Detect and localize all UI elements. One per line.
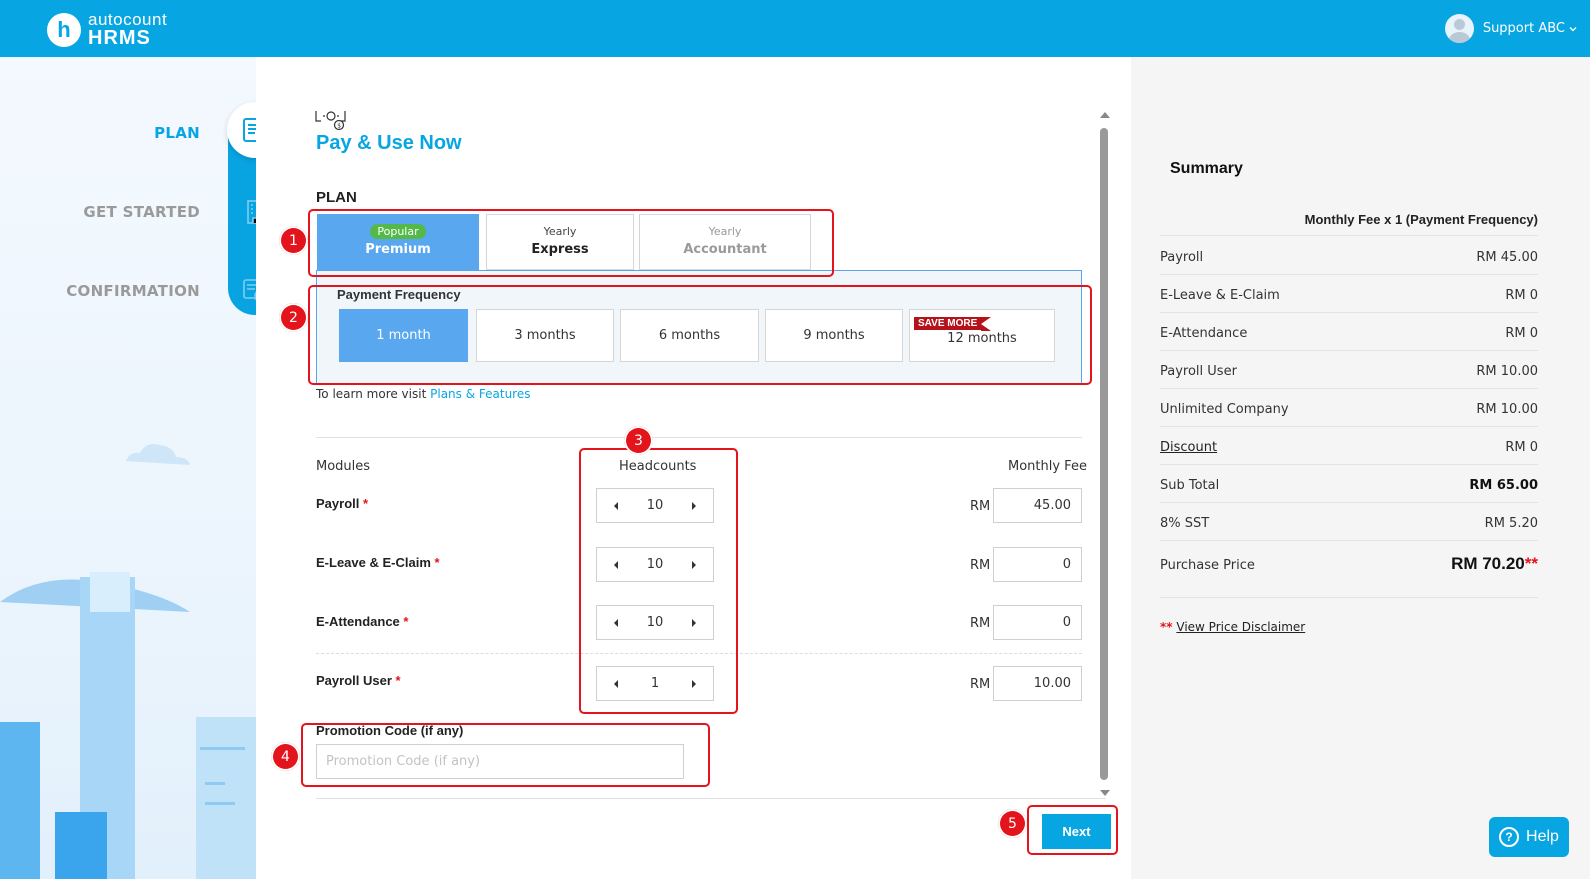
plans-features-link[interactable]: Plans & Features <box>430 387 530 401</box>
avatar <box>1444 14 1474 43</box>
module-name-payroll-user: Payroll User * <box>316 673 401 688</box>
pay-plan-icon: $ <box>315 111 346 131</box>
scroll-down-icon[interactable] <box>1100 790 1110 796</box>
currency-label: RM <box>970 558 991 573</box>
summary-row-purchase-price: Purchase Price RM 70.20** <box>1160 554 1538 574</box>
summary-row-subtotal: Sub Total RM 65.00 <box>1160 478 1538 493</box>
fee-input-eattendance[interactable] <box>993 605 1082 640</box>
summary-divider <box>1160 274 1538 275</box>
fee-input-payroll[interactable] <box>993 488 1082 523</box>
question-circle-icon: ? <box>1499 827 1520 847</box>
city-illustration <box>0 444 256 879</box>
currency-label: RM <box>970 677 991 692</box>
top-bar: h autocount HRMS Support ABC <box>0 0 1590 57</box>
scroll-up-icon[interactable] <box>1100 112 1110 118</box>
summary-row-eleave: E-Leave & E-Claim RM 0 <box>1160 288 1538 303</box>
summary-row-eattendance: E-Attendance RM 0 <box>1160 326 1538 341</box>
summary-panel <box>1131 57 1590 879</box>
discount-link[interactable]: Discount <box>1160 440 1217 455</box>
currency-label: RM <box>970 499 991 514</box>
fee-input-eleave-eclaim[interactable] <box>993 547 1082 582</box>
user-name: Support ABC <box>1482 21 1565 36</box>
summary-row-unlimited-company: Unlimited Company RM 10.00 <box>1160 402 1538 417</box>
monthly-fee-column-header: Monthly Fee <box>1008 459 1087 474</box>
svg-text:$: $ <box>337 123 341 130</box>
summary-title: Summary <box>1170 160 1243 177</box>
annotation-box-4 <box>301 723 710 787</box>
annotation-marker-4: 4 <box>271 742 300 771</box>
summary-divider <box>1160 597 1538 598</box>
annotation-marker-3: 3 <box>624 426 653 455</box>
logo-mark-icon: h <box>47 12 81 47</box>
modules-column-header: Modules <box>316 459 371 474</box>
summary-divider <box>1160 388 1538 389</box>
view-price-disclaimer-link[interactable]: View Price Disclaimer <box>1176 620 1305 634</box>
logo-bottom-text: HRMS <box>88 27 151 49</box>
logo-top-text: autocount <box>88 10 168 29</box>
step-label-get-started[interactable]: GET STARTED <box>83 203 200 221</box>
summary-divider <box>1160 464 1538 465</box>
summary-divider <box>1160 350 1538 351</box>
app-logo[interactable]: h autocount HRMS <box>47 11 167 48</box>
learn-more-prefix: To learn more visit <box>316 387 427 401</box>
step-label-plan[interactable]: PLAN <box>154 124 200 142</box>
page-title: Pay & Use Now <box>316 132 462 154</box>
purchase-price-label: Purchase Price <box>1160 558 1255 573</box>
summary-divider <box>1160 235 1538 236</box>
annotation-box-1 <box>308 209 834 277</box>
module-name-payroll: Payroll * <box>316 496 369 511</box>
fee-input-payroll-user[interactable] <box>993 666 1082 701</box>
summary-header: Monthly Fee x 1 (Payment Frequency) <box>1304 212 1538 227</box>
annotation-box-3 <box>579 448 738 714</box>
summary-divider <box>1160 540 1538 541</box>
plan-section-title: PLAN <box>316 189 357 206</box>
module-name-eattendance: E-Attendance * <box>316 614 409 629</box>
summary-divider <box>1160 312 1538 313</box>
annotation-marker-5: 5 <box>998 809 1027 838</box>
section-divider <box>316 437 1082 438</box>
step-label-confirmation[interactable]: CONFIRMATION <box>66 282 200 300</box>
summary-row-payroll: Payroll RM 45.00 <box>1160 250 1538 265</box>
summary-row-discount: Discount RM 0 <box>1160 440 1538 455</box>
purchase-price-value: RM 70.20** <box>1451 554 1538 573</box>
annotation-box-5 <box>1027 805 1118 855</box>
learn-more-text: To learn more visit Plans & Features <box>316 387 531 401</box>
footer-divider <box>316 798 1106 799</box>
help-button[interactable]: ? Help <box>1489 817 1569 857</box>
user-menu[interactable]: Support ABC <box>1444 14 1578 43</box>
summary-row-sst: 8% SST RM 5.20 <box>1160 516 1538 531</box>
summary-divider <box>1160 502 1538 503</box>
summary-row-payroll-user: Payroll User RM 10.00 <box>1160 364 1538 379</box>
help-label: Help <box>1526 828 1559 845</box>
annotation-box-2 <box>308 285 1092 385</box>
currency-label: RM <box>970 616 991 631</box>
price-disclaimer: ** View Price Disclaimer <box>1160 620 1306 634</box>
scroll-thumb[interactable] <box>1100 128 1108 780</box>
chevron-down-icon <box>1569 26 1577 31</box>
module-name-eleave-eclaim: E-Leave & E-Claim * <box>316 555 440 570</box>
stepper-panel <box>0 57 256 879</box>
annotation-marker-2: 2 <box>279 303 308 332</box>
summary-divider <box>1160 426 1538 427</box>
annotation-marker-1: 1 <box>279 226 308 255</box>
main-scrollbar[interactable] <box>1098 110 1110 798</box>
